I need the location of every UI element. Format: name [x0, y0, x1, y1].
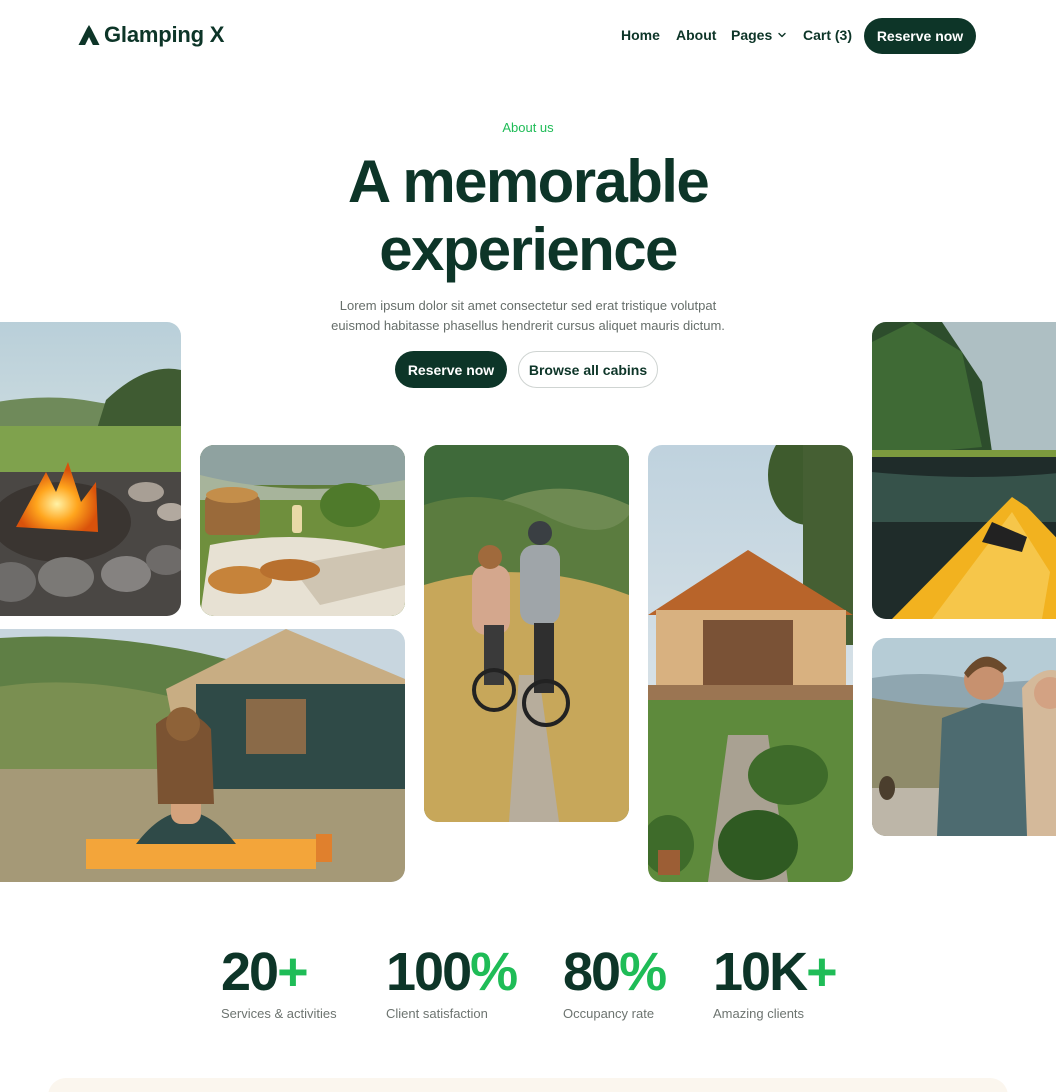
stat-services: 20+ Services & activities [221, 942, 337, 1021]
kayak-lake-image [872, 322, 1056, 619]
hero-title-line1: A memorable [347, 148, 710, 215]
stat-value: 10K+ [713, 942, 838, 1002]
stat-label: Amazing clients [713, 1006, 805, 1021]
reserve-now-button[interactable]: Reserve now [395, 351, 507, 388]
section-eyebrow: About us [502, 120, 554, 135]
brand-name: Glamping X [104, 22, 225, 47]
nav-about[interactable]: About [676, 27, 716, 43]
tent-cabin-image [648, 445, 853, 882]
yoga-tent-image [0, 629, 405, 882]
nav-pages-label: Pages [731, 27, 773, 43]
chevron-down-icon [778, 32, 786, 38]
cycling-image [424, 445, 629, 822]
picnic-image [200, 445, 405, 616]
hikers-image [872, 638, 1056, 836]
nav-pages-dropdown[interactable]: Pages [731, 27, 787, 43]
stat-satisfaction: 100% Client satisfaction [386, 942, 518, 1021]
stat-label: Client satisfaction [386, 1006, 488, 1021]
campfire-image [0, 322, 181, 616]
hero-subtitle: Lorem ipsum dolor sit amet consectetur s… [331, 298, 725, 333]
stat-value: 80% [563, 942, 667, 1002]
brand-logo[interactable]: Glamping X [78, 22, 224, 48]
stat-value: 100% [386, 942, 518, 1002]
header-reserve-button[interactable]: Reserve now [864, 18, 976, 54]
tent-logo-icon [78, 25, 100, 45]
stat-clients: 10K+ Amazing clients [713, 942, 838, 1021]
stat-label: Services & activities [221, 1006, 337, 1021]
stat-label: Occupancy rate [563, 1006, 655, 1021]
hero-title-line2: experience [379, 216, 678, 283]
stat-occupancy: 80% Occupancy rate [563, 942, 667, 1021]
nav-home[interactable]: Home [621, 27, 660, 43]
stat-value: 20+ [221, 942, 309, 1002]
hero-title: A memorable experience [0, 148, 1056, 284]
nav-cart[interactable]: Cart (3) [803, 27, 852, 43]
browse-cabins-button[interactable]: Browse all cabins [518, 351, 658, 388]
next-section-panel [48, 1078, 1008, 1092]
